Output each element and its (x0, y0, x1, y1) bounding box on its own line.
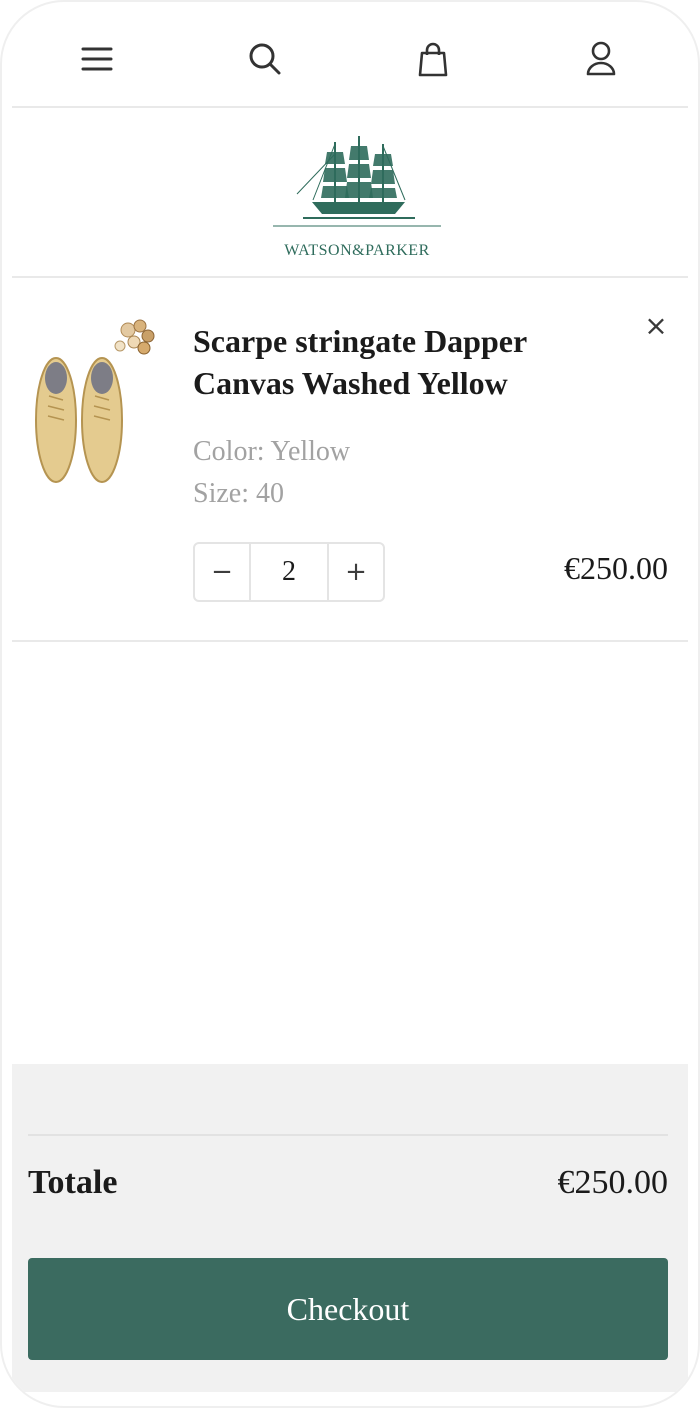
quantity-value[interactable]: 2 (249, 544, 329, 600)
quantity-stepper: − 2 + (193, 542, 385, 602)
cart-screen: WATSON&PARKER Scarpe stringate Dapper Ca… (0, 0, 700, 1408)
total-label: Totale (28, 1164, 118, 1201)
decrease-quantity-button[interactable]: − (195, 544, 249, 600)
brand-logo[interactable]: WATSON&PARKER (267, 134, 447, 259)
product-title[interactable]: Scarpe stringate Dapper Canvas Washed Ye… (193, 320, 613, 404)
brand-header: WATSON&PARKER (12, 110, 688, 278)
ship-logo-icon (273, 136, 441, 227)
product-image[interactable] (32, 316, 162, 486)
user-icon[interactable] (578, 36, 624, 82)
badge-cluster-icon (114, 319, 155, 355)
line-item-price: €250.00 (564, 550, 668, 586)
remove-item-close-icon[interactable]: × (640, 310, 672, 342)
cart-line-item: Scarpe stringate Dapper Canvas Washed Ye… (12, 280, 688, 642)
top-navigation (12, 2, 688, 108)
increase-quantity-button[interactable]: + (329, 544, 383, 600)
checkout-button[interactable]: Checkout (28, 1258, 668, 1360)
cart-footer: Totale €250.00 Checkout (12, 1064, 688, 1392)
search-icon[interactable] (242, 36, 288, 82)
shopping-bag-icon[interactable] (410, 36, 456, 82)
product-color: Color: Yellow (193, 436, 351, 467)
total-value: €250.00 (557, 1164, 669, 1201)
menu-icon[interactable] (74, 36, 120, 82)
footer-divider (28, 1134, 668, 1136)
product-size: Size: 40 (193, 478, 284, 509)
brand-name: WATSON&PARKER (284, 242, 430, 259)
